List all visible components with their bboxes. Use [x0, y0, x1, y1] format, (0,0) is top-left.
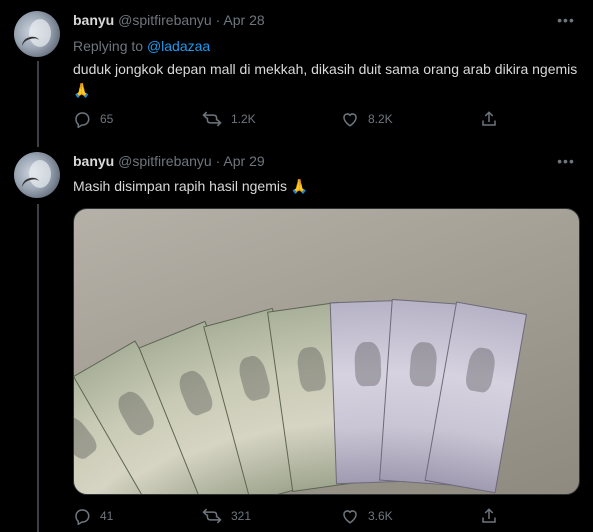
tweet-date[interactable]: Apr 29 [223, 153, 264, 169]
separator-dot: · [215, 153, 221, 169]
reply-icon [75, 112, 90, 128]
tweet[interactable]: banyu @spitfirebanyu · Apr 28 ••• Replyi… [0, 0, 593, 140]
retweet-count: 321 [231, 509, 252, 523]
like-icon [343, 113, 357, 127]
replying-prefix: Replying to [73, 38, 144, 54]
thread-line [37, 61, 39, 147]
tweet-date[interactable]: Apr 28 [223, 12, 264, 28]
more-icon[interactable]: ••• [557, 153, 575, 169]
like-count: 3.6K [368, 509, 393, 523]
tweet[interactable]: banyu @spitfirebanyu · Apr 29 ••• Masih … [0, 140, 593, 532]
tweet-photo[interactable] [73, 208, 580, 495]
like-icon [343, 510, 357, 524]
share-icon [482, 508, 496, 523]
retweet-button[interactable]: 1.2K [202, 110, 256, 128]
display-name[interactable]: banyu [73, 12, 114, 28]
retweet-icon [202, 508, 222, 524]
tweet-actions: 65 1.2K 8.2K [73, 110, 503, 130]
replying-to-link[interactable]: @ladazaa [147, 38, 210, 54]
avatar[interactable] [14, 152, 60, 198]
tweet-header: banyu @spitfirebanyu · Apr 29 [73, 153, 265, 169]
user-handle[interactable]: @spitfirebanyu [118, 153, 212, 169]
reply-button[interactable]: 65 [73, 110, 113, 128]
retweet-button[interactable]: 321 [202, 507, 251, 525]
reply-icon [75, 509, 90, 525]
like-button[interactable]: 3.6K [341, 507, 393, 525]
tweet-actions: 41 321 3.6K [73, 507, 503, 527]
more-icon[interactable]: ••• [557, 12, 575, 28]
share-button[interactable] [480, 110, 498, 128]
like-button[interactable]: 8.2K [341, 110, 393, 128]
share-button[interactable] [480, 507, 498, 525]
reply-button[interactable]: 41 [73, 507, 113, 525]
reply-count: 65 [100, 112, 114, 126]
user-handle[interactable]: @spitfirebanyu [118, 12, 212, 28]
separator-dot: · [215, 12, 221, 28]
retweet-icon [202, 111, 222, 127]
tweet-header: banyu @spitfirebanyu · Apr 28 [73, 12, 265, 28]
tweet-text: Masih disimpan rapih hasil ngemis 🙏 [73, 178, 309, 194]
share-icon [482, 111, 496, 126]
tweet-text: duduk jongkok depan mall di mekkah, dika… [73, 61, 578, 98]
avatar[interactable] [14, 11, 60, 57]
retweet-count: 1.2K [231, 112, 256, 126]
display-name[interactable]: banyu [73, 153, 114, 169]
replying-to: Replying to @ladazaa [73, 38, 210, 54]
thread-line [37, 204, 39, 532]
reply-count: 41 [100, 509, 114, 523]
like-count: 8.2K [368, 112, 393, 126]
